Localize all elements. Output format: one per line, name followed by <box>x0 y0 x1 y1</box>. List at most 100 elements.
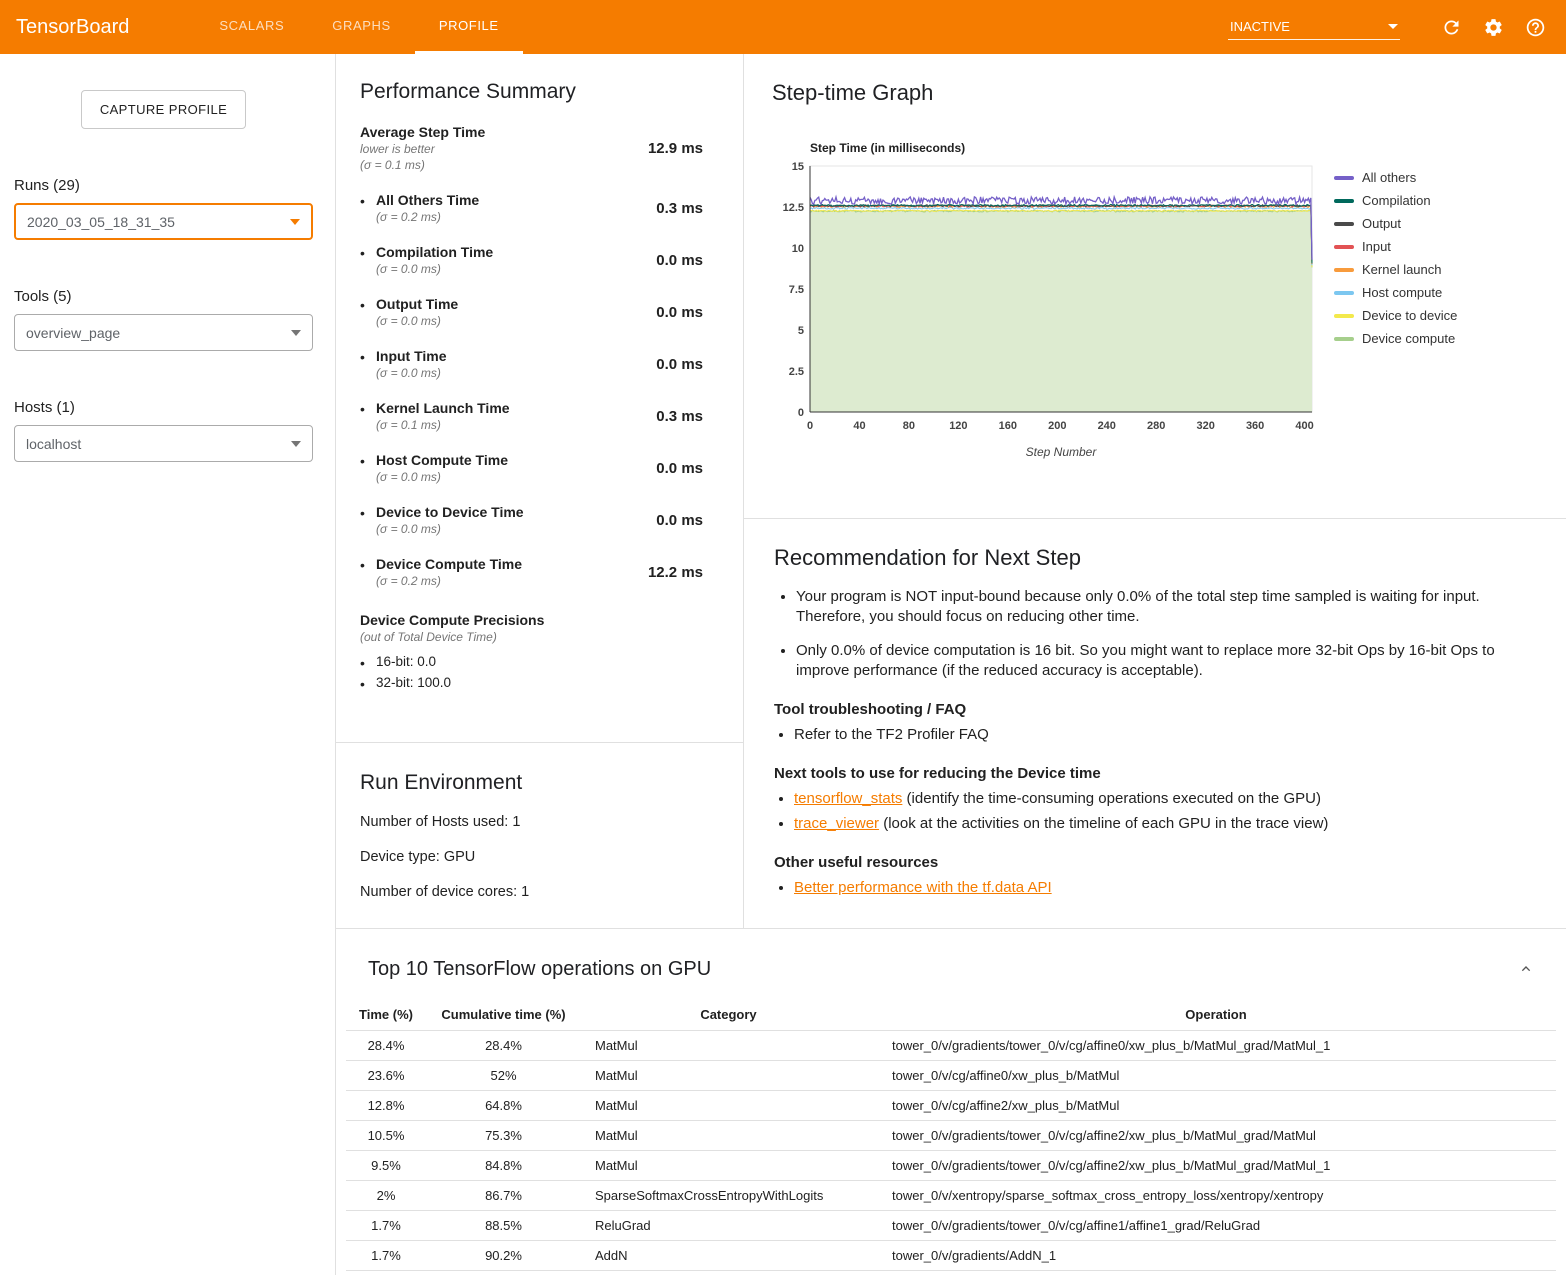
svg-text:240: 240 <box>1098 420 1116 432</box>
table-row: 28.4% 28.4% MatMul tower_0/v/gradients/t… <box>346 1031 1556 1061</box>
cell-time: 2% <box>346 1181 426 1211</box>
legend-swatch <box>1334 337 1354 341</box>
cell-operation: tower_0/v/gradients/AddN_1 <box>876 1241 1556 1271</box>
precision-item: •16-bit: 0.0 <box>360 652 703 673</box>
reload-status-value: INACTIVE <box>1230 19 1290 34</box>
runs-select[interactable]: 2020_03_05_18_31_35 <box>14 203 313 240</box>
refresh-icon <box>1441 17 1462 38</box>
bullet-dot: • <box>360 296 376 328</box>
overview-top-row: Performance Summary Average Step Time lo… <box>336 54 1566 928</box>
tool-link[interactable]: tensorflow_stats <box>794 790 902 807</box>
svg-text:12.5: 12.5 <box>783 202 804 214</box>
svg-text:15: 15 <box>792 161 804 173</box>
perf-metric-row: • Kernel Launch Time (σ = 0.1 ms) 0.3 ms <box>360 400 703 432</box>
help-button[interactable] <box>1522 14 1548 40</box>
col-category: Category <box>581 999 876 1031</box>
precisions-label: Device Compute Precisions <box>360 612 703 628</box>
settings-button[interactable] <box>1480 14 1506 40</box>
chevron-down-icon <box>291 441 301 447</box>
sidebar: CAPTURE PROFILE Runs (29) 2020_03_05_18_… <box>0 54 335 1275</box>
metric-value: 0.3 ms <box>656 200 703 217</box>
bullet-dot: • <box>360 556 376 588</box>
recommendation-item: Only 0.0% of device computation is 16 bi… <box>796 641 1536 682</box>
cell-time: 23.6% <box>346 1061 426 1091</box>
svg-text:Step Time (in milliseconds): Step Time (in milliseconds) <box>810 141 965 155</box>
faq-item: Refer to the TF2 Profiler FAQ <box>794 725 1536 745</box>
cell-operation: tower_0/v/gradients/tower_0/v/cg/affine2… <box>876 1151 1556 1181</box>
cell-cumulative: 64.8% <box>426 1091 581 1121</box>
svg-text:200: 200 <box>1048 420 1066 432</box>
cell-operation: tower_0/v/gradients/tower_0/v/cg/affine1… <box>876 1211 1556 1241</box>
cell-operation: tower_0/v/gradients/tower_0/v/cg/affine0… <box>876 1031 1556 1061</box>
metric-note: lower is better <box>360 142 485 156</box>
refresh-button[interactable] <box>1438 14 1464 40</box>
legend-swatch <box>1334 222 1354 226</box>
bullet-dot: • <box>360 244 376 276</box>
cell-category: MatMul <box>581 1091 876 1121</box>
col-operation: Operation <box>876 999 1556 1031</box>
metric-value: 12.9 ms <box>648 140 703 157</box>
resources-heading: Other useful resources <box>774 854 1536 871</box>
cell-cumulative: 86.7% <box>426 1181 581 1211</box>
tool-link[interactable]: trace_viewer <box>794 815 879 832</box>
perf-metric-row: • Device to Device Time (σ = 0.0 ms) 0.0… <box>360 504 703 536</box>
cell-category: SparseSoftmaxCrossEntropyWithLogits <box>581 1181 876 1211</box>
cell-time: 1.7% <box>346 1271 426 1275</box>
cell-time: 1.7% <box>346 1211 426 1241</box>
table-row: 9.5% 84.8% MatMul tower_0/v/gradients/to… <box>346 1151 1556 1181</box>
metric-label: Device Compute Time <box>376 556 522 572</box>
legend-item: Host compute <box>1334 285 1457 300</box>
metric-sigma: (σ = 0.0 ms) <box>376 366 447 380</box>
col-cumulative: Cumulative time (%) <box>426 999 581 1031</box>
tools-select[interactable]: overview_page <box>14 314 313 351</box>
table-row: 1.7% 91.9% ApplyGradientDescent append_a… <box>346 1271 1556 1275</box>
legend-label: Kernel launch <box>1362 262 1442 277</box>
svg-text:400: 400 <box>1295 420 1313 432</box>
precisions-list: •16-bit: 0.0 •32-bit: 100.0 <box>360 652 703 694</box>
cell-time: 1.7% <box>346 1241 426 1271</box>
tab-profile[interactable]: PROFILE <box>415 0 523 54</box>
cell-cumulative: 88.5% <box>426 1211 581 1241</box>
run-environment-line: Device type: GPU <box>360 849 719 865</box>
metric-label: Compilation Time <box>376 244 493 260</box>
tab-scalars[interactable]: SCALARS <box>195 0 308 54</box>
collapse-section-button[interactable] <box>1514 957 1538 981</box>
perf-metric-row: • Host Compute Time (σ = 0.0 ms) 0.0 ms <box>360 452 703 484</box>
step-time-graph-section: Step-time Graph Step Time (in millisecon… <box>744 54 1566 519</box>
cell-time: 12.8% <box>346 1091 426 1121</box>
cell-operation: tower_0/v/gradients/tower_0/v/cg/affine2… <box>876 1121 1556 1151</box>
perf-metric-row: • All Others Time (σ = 0.2 ms) 0.3 ms <box>360 192 703 224</box>
tab-graphs[interactable]: GRAPHS <box>308 0 415 54</box>
col-time: Time (%) <box>346 999 426 1031</box>
metric-label: Average Step Time <box>360 124 485 140</box>
cell-category: MatMul <box>581 1031 876 1061</box>
recommendation-list: Your program is NOT input-bound because … <box>776 587 1536 681</box>
bullet-dot: • <box>360 348 376 380</box>
resource-link[interactable]: Better performance with the tf.data API <box>794 879 1052 896</box>
table-row: 2% 86.7% SparseSoftmaxCrossEntropyWithLo… <box>346 1181 1556 1211</box>
legend-swatch <box>1334 291 1354 295</box>
metric-sigma: (σ = 0.2 ms) <box>376 574 522 588</box>
cell-time: 28.4% <box>346 1031 426 1061</box>
page-content: CAPTURE PROFILE Runs (29) 2020_03_05_18_… <box>0 54 1566 1275</box>
cell-category: MatMul <box>581 1121 876 1151</box>
precision-item: •32-bit: 100.0 <box>360 673 703 694</box>
top-ops-section: Top 10 TensorFlow operations on GPU Time… <box>336 928 1566 1275</box>
hosts-select[interactable]: localhost <box>14 425 313 462</box>
svg-text:0: 0 <box>798 407 804 419</box>
reload-status-select[interactable]: INACTIVE <box>1228 14 1400 40</box>
cell-category: AddN <box>581 1241 876 1271</box>
perf-metric-row: • Input Time (σ = 0.0 ms) 0.0 ms <box>360 348 703 380</box>
chevron-up-icon <box>1518 961 1534 977</box>
step-time-graph-title: Step-time Graph <box>772 80 1538 106</box>
tool-link-item: tensorflow_stats (identify the time-cons… <box>794 789 1536 809</box>
metric-sigma: (σ = 0.1 ms) <box>376 418 510 432</box>
legend-item: Compilation <box>1334 193 1457 208</box>
svg-text:160: 160 <box>999 420 1017 432</box>
capture-profile-button[interactable]: CAPTURE PROFILE <box>81 90 246 129</box>
cell-operation: tower_0/v/cg/affine2/xw_plus_b/MatMul <box>876 1091 1556 1121</box>
svg-text:120: 120 <box>949 420 967 432</box>
performance-summary-card: Performance Summary Average Step Time lo… <box>336 54 743 716</box>
cell-operation: tower_0/v/xentropy/sparse_softmax_cross_… <box>876 1181 1556 1211</box>
legend-item: Kernel launch <box>1334 262 1457 277</box>
